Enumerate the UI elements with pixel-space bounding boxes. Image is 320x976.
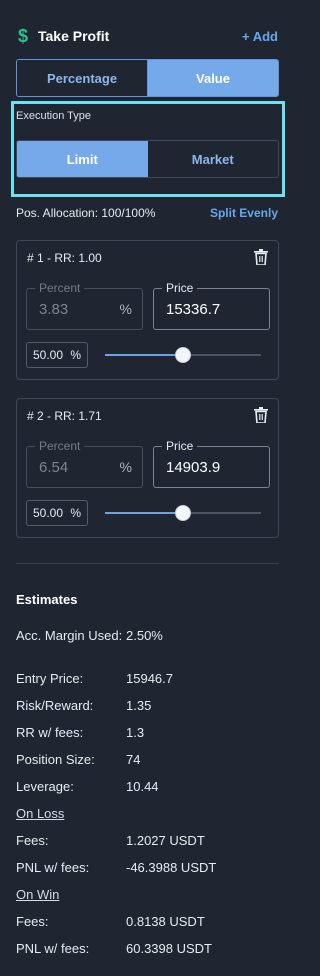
trash-icon[interactable]	[254, 407, 268, 423]
estimate-row: RR w/ fees: 1.3	[16, 725, 278, 741]
price-legend: Price	[162, 439, 198, 453]
allocation-unit: %	[70, 348, 81, 362]
price-field[interactable]: Price 14903.9	[153, 439, 270, 488]
estimate-value: 1.2027 USDT	[126, 833, 205, 848]
estimate-label: Leverage:	[16, 779, 74, 794]
estimate-value: 74	[126, 752, 141, 767]
estimate-value: 1.35	[126, 698, 152, 713]
slider-thumb[interactable]	[175, 505, 191, 521]
estimate-row: Position Size: 74	[16, 752, 278, 768]
estimate-value: 1.3	[126, 725, 145, 740]
add-target-button[interactable]: + Add	[242, 29, 278, 44]
allocation-slider[interactable]	[105, 345, 261, 365]
price-field[interactable]: Price 15336.7	[153, 281, 270, 330]
section-divider	[16, 563, 279, 564]
percent-legend: Percent	[35, 281, 85, 295]
execution-market-button[interactable]: Market	[147, 141, 278, 177]
execution-limit-button[interactable]: Limit	[17, 141, 148, 177]
allocation-slider[interactable]	[105, 503, 261, 523]
win-pnl-row: PNL w/ fees: 60.3398 USDT	[16, 941, 278, 957]
percent-unit: %	[119, 301, 132, 317]
allocation-value: 50.00	[33, 506, 64, 520]
slider-thumb[interactable]	[175, 347, 191, 363]
section-title: Take Profit	[38, 28, 110, 44]
execution-type-label: Execution Type	[16, 110, 92, 122]
estimate-value: -46.3988 USDT	[126, 860, 217, 875]
percent-value: 3.83	[39, 301, 69, 318]
percent-legend: Percent	[35, 439, 85, 453]
header-left: $ Take Profit	[16, 26, 109, 47]
price-value: 14903.9	[166, 459, 221, 476]
estimate-value: 2.50%	[126, 628, 163, 643]
estimate-label: Fees:	[16, 914, 49, 929]
target-title: # 1 - RR: 1.00	[27, 251, 102, 265]
slider-fill	[105, 512, 183, 514]
estimate-label: PNL w/ fees:	[16, 941, 90, 956]
percent-field[interactable]: Percent 6.54 %	[26, 439, 143, 488]
allocation-input[interactable]: 50.00 %	[26, 500, 88, 526]
mode-value-button[interactable]: Value	[148, 60, 278, 96]
estimate-row: Entry Price: 15946.7	[16, 671, 278, 687]
split-evenly-button[interactable]: Split Evenly	[210, 206, 278, 220]
on-win-link[interactable]: On Win	[16, 887, 59, 902]
estimate-row: Acc. Margin Used: 2.50%	[16, 628, 278, 644]
estimate-row: Risk/Reward: 1.35	[16, 698, 278, 714]
on-loss-link[interactable]: On Loss	[16, 806, 64, 821]
estimate-label: Position Size:	[16, 752, 95, 767]
estimate-label: Fees:	[16, 833, 49, 848]
loss-pnl-row: PNL w/ fees: -46.3988 USDT	[16, 860, 278, 876]
percent-unit: %	[119, 459, 132, 475]
position-allocation-text: Pos. Allocation: 100/100%	[16, 206, 156, 220]
estimate-label: Risk/Reward:	[16, 698, 94, 713]
allocation-unit: %	[70, 506, 81, 520]
allocation-input[interactable]: 50.00 %	[26, 342, 88, 368]
mode-toggle: Percentage Value	[16, 59, 279, 97]
slider-fill	[105, 354, 183, 356]
percent-field[interactable]: Percent 3.83 %	[26, 281, 143, 330]
dollar-icon: $	[17, 25, 28, 46]
allocation-value: 50.00	[33, 348, 64, 362]
take-profit-header: $ Take Profit + Add	[16, 22, 278, 50]
target-card-2: # 2 - RR: 1.71 Percent 6.54 % Price 1490…	[16, 398, 279, 538]
estimate-value: 0.8138 USDT	[126, 914, 205, 929]
win-fees-row: Fees: 0.8138 USDT	[16, 914, 278, 930]
estimate-value: 60.3398 USDT	[126, 941, 212, 956]
target-card-1: # 1 - RR: 1.00 Percent 3.83 % Price 1533…	[16, 240, 279, 380]
estimate-label: Acc. Margin Used:	[16, 628, 123, 643]
allocation-row: Pos. Allocation: 100/100% Split Evenly	[16, 206, 278, 220]
estimate-row: Leverage: 10.44	[16, 779, 278, 795]
estimate-label: PNL w/ fees:	[16, 860, 90, 875]
price-value: 15336.7	[166, 301, 221, 318]
price-legend: Price	[162, 281, 198, 295]
execution-type-toggle: Limit Market	[16, 140, 279, 178]
target-title: # 2 - RR: 1.71	[27, 409, 102, 423]
loss-fees-row: Fees: 1.2027 USDT	[16, 833, 278, 849]
trash-icon[interactable]	[254, 249, 268, 265]
estimates-title: Estimates	[16, 592, 78, 607]
estimate-value: 15946.7	[126, 671, 173, 686]
estimate-label: RR w/ fees:	[16, 725, 84, 740]
mode-percentage-button[interactable]: Percentage	[17, 60, 147, 96]
percent-value: 6.54	[39, 459, 69, 476]
estimate-value: 10.44	[126, 779, 159, 794]
estimate-label: Entry Price:	[16, 671, 84, 686]
